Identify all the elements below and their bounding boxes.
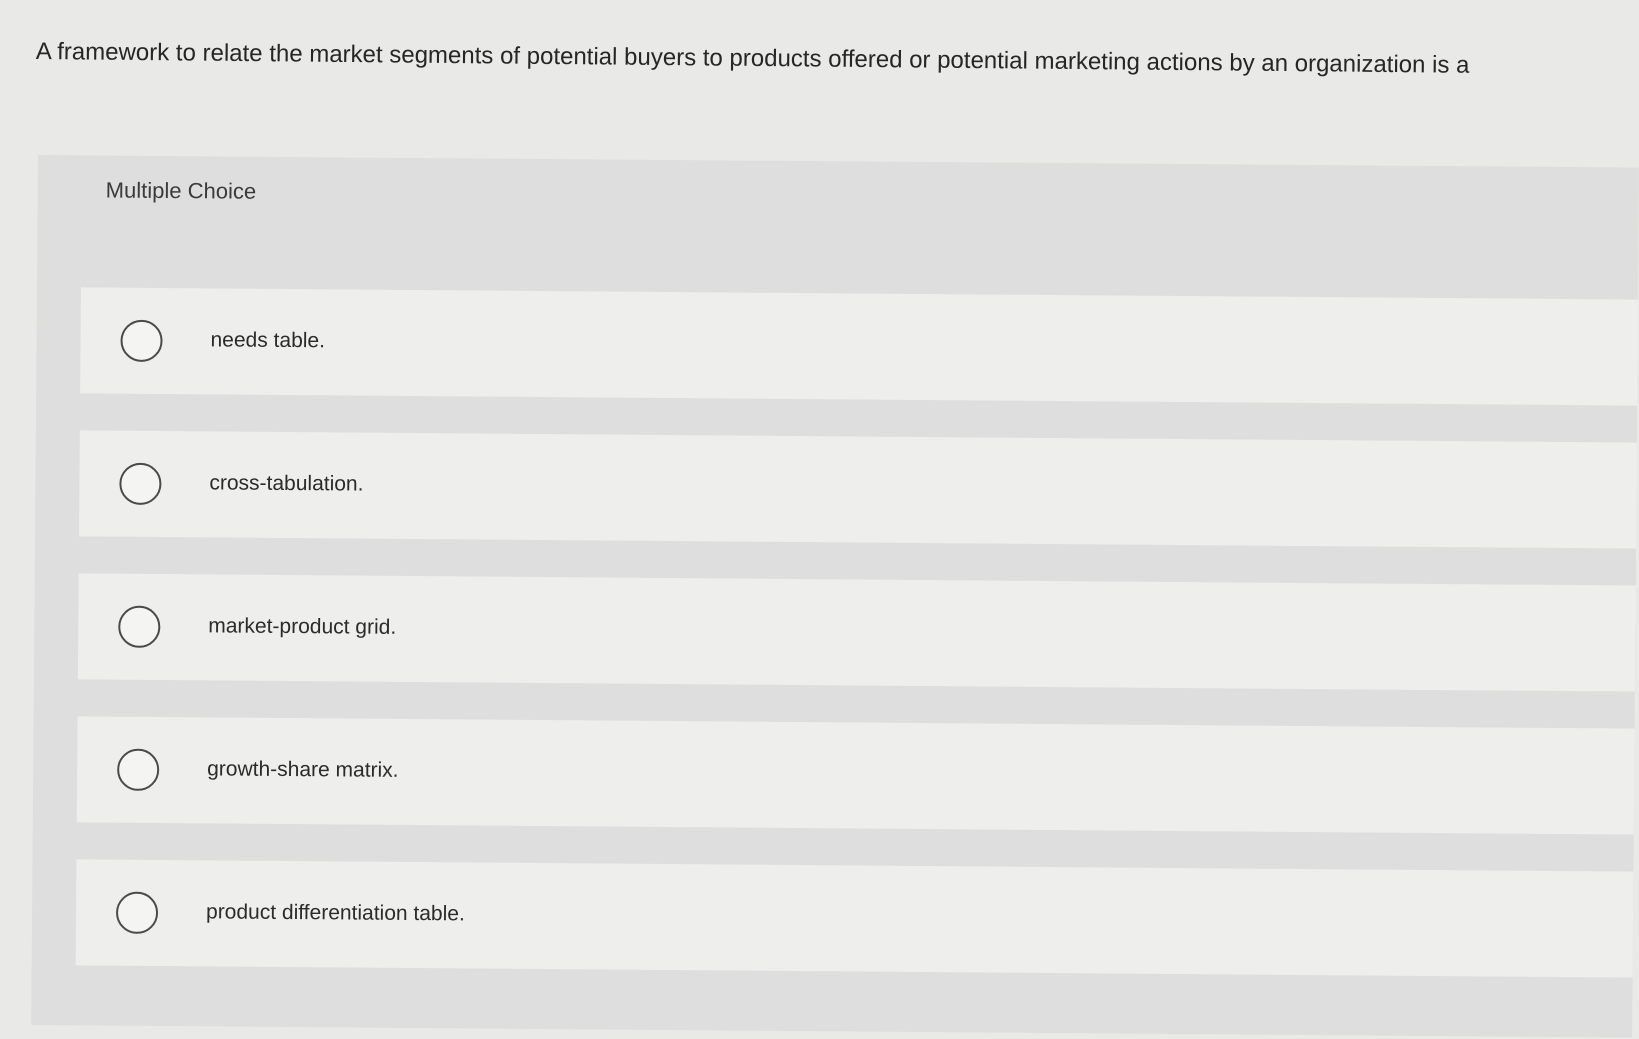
answer-option-label: market-product grid.: [208, 614, 397, 639]
answer-option-product-differentiation-table[interactable]: product differentiation table.: [75, 859, 1634, 978]
radio-button-icon[interactable]: [115, 891, 159, 934]
multiple-choice-panel: Multiple Choice needs table. cross-tabul…: [31, 155, 1639, 1038]
radio-button-icon[interactable]: [118, 605, 161, 648]
radio-button-icon[interactable]: [120, 319, 163, 362]
answer-option-label: product differentiation table.: [205, 900, 465, 926]
answer-option-cross-tabulation[interactable]: cross-tabulation.: [79, 430, 1637, 549]
answer-option-market-product-grid[interactable]: market-product grid.: [77, 573, 1636, 692]
radio-button-icon[interactable]: [119, 462, 162, 505]
answer-option-label: growth-share matrix.: [207, 757, 399, 782]
question-text: A framework to relate the market segment…: [35, 37, 1470, 79]
answer-option-label: needs table.: [210, 328, 326, 353]
answer-option-label: cross-tabulation.: [209, 471, 364, 496]
answer-option-needs-table[interactable]: needs table.: [80, 287, 1638, 406]
answer-options: needs table. cross-tabulation. market-pr…: [75, 287, 1638, 1014]
radio-button-icon[interactable]: [117, 748, 160, 791]
multiple-choice-header: Multiple Choice: [37, 155, 1639, 252]
answer-option-growth-share-matrix[interactable]: growth-share matrix.: [76, 716, 1635, 835]
multiple-choice-label: Multiple Choice: [105, 177, 257, 204]
